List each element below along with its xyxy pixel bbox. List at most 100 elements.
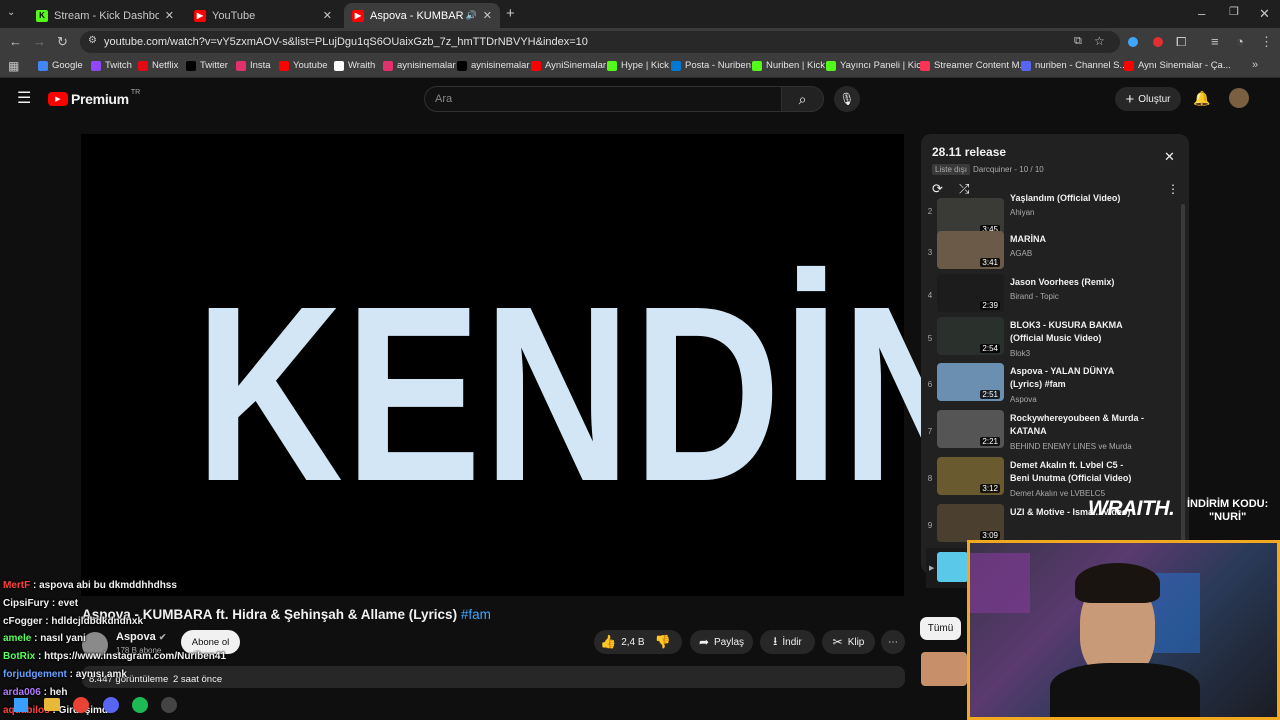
bookmark-item[interactable]: Posta - Nuriben: [671, 60, 751, 71]
tab-kick-dashboard[interactable]: K Stream - Kick Dashboard✕: [28, 3, 182, 28]
tab-search-icon[interactable]: ⌄: [7, 8, 15, 18]
share-button[interactable]: ➦ Paylaş: [690, 630, 753, 654]
bookmark-favicon-icon: [186, 60, 196, 71]
video-thumbnail: 2:39: [937, 274, 1004, 312]
scrollbar[interactable]: [1181, 204, 1185, 544]
chat-text: evet: [58, 598, 79, 609]
bookmark-item[interactable]: Wraith: [334, 60, 375, 71]
playlist-item[interactable]: 2 3:45 Yaşlandım (Official Video) Ahiyan: [921, 190, 1181, 236]
streamer-body: [1050, 663, 1200, 717]
close-icon[interactable]: ✕: [323, 9, 332, 22]
bookmark-item[interactable]: Twitter: [186, 60, 228, 71]
minimize-icon[interactable]: –: [1198, 7, 1205, 20]
more-bookmarks-icon[interactable]: »: [1252, 60, 1258, 71]
bookmark-item[interactable]: Yayıncı Paneli | Kick: [826, 60, 926, 71]
extensions-icon[interactable]: ⧠: [1176, 35, 1186, 48]
extension-icon[interactable]: [1128, 37, 1138, 47]
close-icon[interactable]: ✕: [165, 9, 174, 22]
video-thumbnail: 3:12: [937, 457, 1004, 495]
chat-message: CipsiFury : evet: [3, 598, 79, 609]
playlist-item-title: MARİNA: [1010, 234, 1046, 244]
forward-icon[interactable]: →: [33, 35, 46, 48]
kick-icon: K: [36, 9, 48, 22]
like-count[interactable]: 2,4 B: [621, 637, 644, 648]
extension-icon[interactable]: [1153, 37, 1163, 47]
playlist-item[interactable]: 5 2:54 BLOK3 - KUSURA BAKMA (Official Musi…: [921, 317, 1181, 363]
create-button[interactable]: + Oluştur: [1115, 87, 1181, 111]
clip-button[interactable]: ✂ Klip: [822, 630, 875, 654]
hashtag-link[interactable]: #fam: [461, 607, 491, 622]
chrome-icon[interactable]: [73, 697, 89, 713]
youtube-premium-logo[interactable]: ▶ Premium TR: [48, 89, 140, 107]
maximize-icon[interactable]: ❐: [1229, 7, 1239, 18]
bookmark-item[interactable]: Youtube: [279, 60, 328, 71]
search-input[interactable]: Ara: [424, 86, 782, 112]
avatar[interactable]: [1229, 88, 1249, 108]
voice-search-button[interactable]: 🎙: [834, 86, 860, 112]
bookmark-item[interactable]: Nuriben | Kick: [752, 60, 825, 71]
chat-username: CipsiFury: [3, 598, 50, 609]
browser-menu-icon[interactable]: ⋮: [1260, 35, 1273, 48]
bookmark-item[interactable]: Aynı Sinemalar - Ça...: [1124, 60, 1231, 71]
bookmark-item[interactable]: Insta: [236, 60, 271, 71]
unlisted-badge: Liste dışı: [932, 164, 971, 175]
bookmark-favicon-icon: [531, 60, 541, 71]
bookmark-item[interactable]: Hype | Kick: [607, 60, 669, 71]
playlist-item-title: BLOK3 - KUSURA BAKMA (Official Music Vid…: [1010, 320, 1123, 343]
notifications-bell-icon[interactable]: 🔔: [1193, 91, 1210, 105]
dislike-button[interactable]: 👎: [655, 634, 671, 650]
file-explorer-icon[interactable]: [44, 698, 60, 711]
filter-chip-all[interactable]: Tümü: [920, 617, 961, 640]
streamer-hair: [1075, 563, 1160, 603]
back-icon[interactable]: ←: [9, 35, 22, 48]
more-actions-button[interactable]: ⋯: [881, 630, 905, 654]
playlist-item[interactable]: 4 2:39 Jason Voorhees (Remix) Birand - Topi…: [921, 274, 1181, 320]
app-icon[interactable]: [161, 697, 177, 713]
search-button[interactable]: ⌕: [781, 86, 824, 112]
browser-tab-strip: ⌄ K Stream - Kick Dashboard✕ ▶ YouTube✕ …: [0, 0, 1280, 28]
bookmark-item[interactable]: AyniSinemalar: [531, 60, 606, 71]
tab-list-icon[interactable]: ≡: [1211, 35, 1219, 48]
playlist-item-title: Rockywhereyoubeen & Murda - KATANA: [1010, 413, 1145, 436]
close-icon[interactable]: ✕: [483, 9, 492, 22]
recommendation-thumbnail[interactable]: [921, 652, 967, 686]
bookmark-star-icon[interactable]: ☆: [1094, 35, 1105, 47]
download-button[interactable]: ⭳ İndir: [760, 630, 815, 654]
playlist-item[interactable]: 6 2:51 Aspova - YALAN DÜNYA (Lyrics) #fam A…: [921, 363, 1181, 409]
chat-username: BotRix: [3, 651, 36, 662]
playlist-item[interactable]: 3 3:41 MARİNA AGAB: [921, 231, 1181, 277]
close-playlist-icon[interactable]: ✕: [1164, 150, 1175, 163]
spotify-icon[interactable]: [132, 697, 148, 713]
channel-name[interactable]: Aspova ✔: [116, 631, 166, 643]
bookmark-item[interactable]: Google: [38, 60, 83, 71]
bookmark-item[interactable]: nuriben - Channel S...: [1021, 60, 1127, 71]
bookmark-item[interactable]: Twitch: [91, 60, 132, 71]
bookmark-item[interactable]: aynisinemalar: [457, 60, 530, 71]
windows-start-icon[interactable]: [14, 698, 28, 712]
like-button[interactable]: 👍: [600, 634, 616, 650]
chat-message: cFogger : hdldcjldbdkdndnxk: [3, 616, 144, 627]
new-tab-button[interactable]: +: [506, 6, 515, 21]
profile-icon[interactable]: ◔: [1236, 35, 1244, 48]
window-close-icon[interactable]: ✕: [1259, 7, 1270, 20]
cast-icon[interactable]: ⧉: [1074, 36, 1082, 47]
speaker-icon[interactable]: 🔊: [466, 10, 477, 21]
tab-youtube[interactable]: ▶ YouTube ✕: [186, 3, 340, 28]
bookmark-item[interactable]: aynisinemalar: [383, 60, 456, 71]
now-playing-icon: ▶: [929, 565, 935, 572]
playlist-item[interactable]: 7 2:21 Rockywhereyoubeen & Murda - KATANA B…: [921, 410, 1181, 456]
hamburger-menu-icon[interactable]: ☰: [17, 91, 31, 107]
url-field[interactable]: ⚙ youtube.com/watch?v=vY5zxmAOV-s&list=P…: [80, 31, 1120, 53]
description-box[interactable]: 8.447 görüntüleme 2 saat önce: [82, 666, 905, 688]
bookmark-item[interactable]: Netflix: [138, 60, 178, 71]
video-player[interactable]: KENDİNE: [81, 134, 1127, 596]
site-info-icon[interactable]: ⚙: [88, 36, 97, 46]
apps-grid-icon[interactable]: ▦: [8, 60, 19, 72]
playlist-title[interactable]: 28.11 release: [932, 145, 1006, 159]
bookmark-item[interactable]: Streamer Content M...: [920, 60, 1027, 71]
tab-aspova-kumbara[interactable]: ▶ Aspova - KUMBARA ft. Hidr 🔊✕: [344, 3, 500, 28]
reload-icon[interactable]: ↻: [57, 35, 68, 48]
playlist-item-channel: BEHIND ENEMY LINES ve Murda: [1010, 442, 1132, 451]
discord-icon[interactable]: [103, 697, 119, 713]
playlist-current-item[interactable]: ▶: [926, 548, 968, 588]
